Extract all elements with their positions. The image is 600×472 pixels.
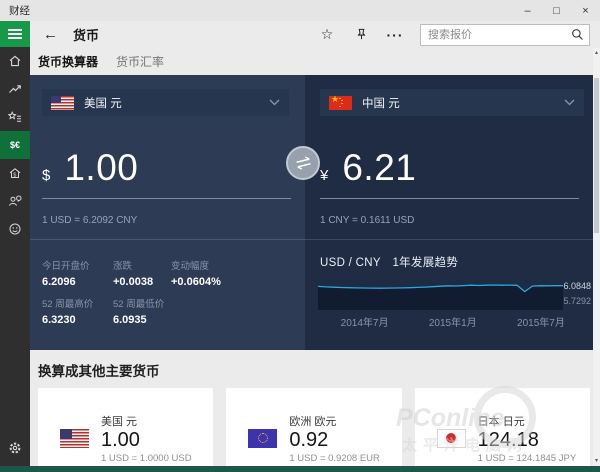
app-window: 财经 – □ × $€ $: [0, 0, 600, 472]
from-currency-label: 美国 元: [84, 95, 122, 111]
cn-flag-icon: ★: [329, 96, 352, 110]
search-box[interactable]: [420, 24, 590, 46]
quote-stats: 今日开盘价 6.2096 涨跌 +0.0038 变动幅度 +0.0604%: [42, 261, 221, 326]
x-tick: 2014年7月: [341, 314, 389, 329]
x-tick: 2015年1月: [429, 314, 477, 329]
mortgage-calculator-icon: $: [8, 166, 22, 180]
stat-change-pct: 变动幅度 +0.0604%: [171, 261, 221, 288]
news-person-icon: [8, 194, 22, 208]
minimize-button[interactable]: –: [513, 0, 542, 21]
from-currency-panel: 美国 元 $ 1.00 1 USD = 6.2092 CNY 今日开盘价 6.2…: [30, 75, 305, 350]
sidebar-item-home[interactable]: [0, 47, 30, 75]
content-area: ← 货币 ☆ ··· 货币换算器 货币汇率: [30, 21, 600, 466]
converter-section: 美国 元 $ 1.00 1 USD = 6.2092 CNY 今日开盘价 6.2…: [30, 75, 600, 350]
stat-52wk-low: 52 周最低价 6.0935: [113, 299, 171, 326]
from-rate-line: 1 USD = 6.2092 CNY: [42, 215, 137, 226]
divider: [305, 239, 593, 240]
window-controls: – □ ×: [513, 0, 600, 21]
other-currencies-heading: 换算成其他主要货币: [30, 350, 600, 380]
sidebar-item-watchlist[interactable]: [0, 103, 30, 131]
titlebar: 财经 – □ ×: [0, 0, 600, 21]
more-options-icon[interactable]: ···: [378, 27, 412, 43]
scroll-down-icon[interactable]: ▾: [593, 457, 600, 465]
window-bottom-border: [0, 466, 600, 472]
to-rate-line: 1 CNY = 0.1611 USD: [320, 215, 414, 226]
swap-arrows-icon: [292, 154, 314, 172]
sidebar-item-settings[interactable]: [0, 434, 30, 462]
sidebar-item-currency[interactable]: $€: [0, 131, 30, 159]
to-amount-field[interactable]: ¥ 6.21: [320, 147, 579, 199]
from-amount-value: 1.00: [64, 147, 138, 189]
from-currency-dropdown[interactable]: 美国 元: [42, 89, 289, 116]
hamburger-menu-icon: [8, 29, 22, 39]
jp-flag-icon: [437, 429, 466, 448]
to-amount-value: 6.21: [342, 147, 416, 189]
sidebar-item-news[interactable]: [0, 187, 30, 215]
app-command-bar: ← 货币 ☆ ···: [30, 21, 600, 48]
sidebar-item-mortgage[interactable]: $: [0, 159, 30, 187]
currency-card-list: 美国 元 1.00 1 USD = 1.0000 USD 欧洲 欧元 0.92 …: [38, 388, 590, 466]
sidebar: $€ $: [0, 21, 30, 466]
us-flag-icon: [60, 429, 89, 448]
from-amount-field[interactable]: $ 1.00: [42, 147, 291, 199]
chart-title: USD / CNY 1年发展趋势: [320, 254, 458, 270]
currency-card-usd[interactable]: 美国 元 1.00 1 USD = 1.0000 USD: [38, 388, 213, 466]
search-icon: [571, 28, 584, 41]
stat-change: 涨跌 +0.0038: [113, 261, 171, 288]
eu-flag-icon: [248, 429, 277, 448]
chevron-down-icon: [564, 99, 575, 106]
svg-text:$: $: [13, 173, 16, 179]
currency-card-eur[interactable]: 欧洲 欧元 0.92 1 USD = 0.9208 EUR: [226, 388, 401, 466]
currency-card-jpy[interactable]: 日本 日元 124.18 1 USD = 124.1845 JPY: [415, 388, 590, 466]
tab-exchange-rates[interactable]: 货币汇率: [116, 53, 164, 70]
app-title: 财经: [9, 3, 30, 18]
back-button[interactable]: ←: [43, 26, 63, 43]
search-input[interactable]: [428, 29, 571, 41]
maximize-button[interactable]: □: [542, 0, 571, 21]
currency-converter-icon: $€: [10, 140, 20, 150]
tab-currency-converter[interactable]: 货币换算器: [38, 53, 98, 70]
chart-x-axis: 2014年7月 2015年1月 2015年7月: [318, 314, 563, 326]
tab-bar: 货币换算器 货币汇率: [30, 48, 600, 75]
other-currencies-section: 换算成其他主要货币 美国 元 1.00 1 USD = 1.0000 USD: [30, 350, 600, 466]
favorite-star-icon[interactable]: ☆: [310, 26, 344, 43]
close-button[interactable]: ×: [571, 0, 600, 21]
us-flag-icon: [51, 96, 74, 110]
swap-currencies-button[interactable]: [286, 146, 320, 180]
from-currency-symbol: $: [42, 167, 50, 184]
chevron-down-icon: [269, 99, 280, 106]
to-currency-label: 中国 元: [362, 95, 400, 111]
sidebar-item-world[interactable]: [0, 215, 30, 243]
trend-chart-svg: [318, 280, 563, 310]
page-title: 货币: [73, 25, 99, 44]
to-currency-dropdown[interactable]: ★ 中国 元: [320, 89, 584, 116]
markets-trend-icon: [8, 82, 22, 96]
hamburger-menu-button[interactable]: [0, 21, 30, 47]
pin-icon[interactable]: [344, 28, 378, 41]
vertical-scrollbar[interactable]: ▴ ▾: [593, 48, 600, 466]
divider: [30, 239, 305, 240]
home-icon: [8, 54, 22, 68]
scroll-up-icon[interactable]: ▴: [593, 49, 600, 57]
settings-gear-icon: [8, 441, 22, 455]
sidebar-item-markets[interactable]: [0, 75, 30, 103]
x-tick: 2015年7月: [517, 314, 565, 329]
stat-52wk-high: 52 周最高价 6.3230: [42, 299, 113, 326]
stat-open: 今日开盘价 6.2096: [42, 261, 113, 288]
trend-chart: [318, 280, 563, 310]
chart-min-label: 5.7292: [563, 296, 591, 306]
world-smiley-icon: [8, 222, 22, 236]
to-currency-panel: ★ 中国 元 ¥ 6.21 1 CNY = 0.1611 USD USD / C…: [305, 75, 593, 350]
watchlist-star-icon: [8, 110, 22, 124]
to-currency-symbol: ¥: [320, 167, 328, 184]
scrollbar-thumb[interactable]: [594, 78, 599, 233]
chart-max-label: 6.0848: [563, 281, 591, 291]
